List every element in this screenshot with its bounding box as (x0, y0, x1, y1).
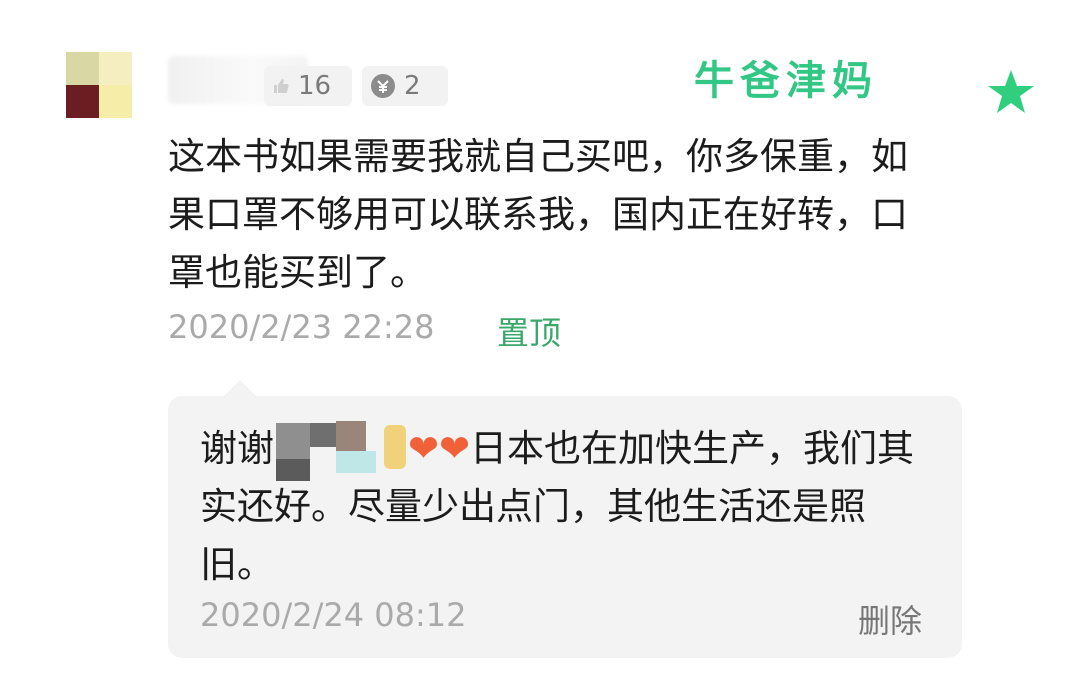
coin-icon (370, 73, 396, 99)
thumb-up-icon (272, 77, 290, 95)
comment-text: 这本书如果需要我就自己买吧，你多保重，如果口罩不够用可以联系我，国内正在好转，口… (168, 135, 908, 294)
reply-text-block: 谢谢 ❤❤日本也在加快生产，我们其实还好。尽量少出点门，其他生活还是照旧。 (200, 420, 930, 594)
avatar[interactable] (66, 52, 132, 118)
pin-button[interactable]: 置顶 (497, 308, 561, 354)
like-count-value: 16 (298, 71, 332, 101)
avatar-blur-tile (66, 52, 99, 85)
avatar-blur-tile (99, 85, 132, 118)
reply-prefix: 谢谢 (200, 427, 274, 470)
comment-timestamp: 2020/2/23 22:28 (168, 308, 435, 346)
like-count[interactable]: 16 (264, 66, 352, 106)
watermark: 牛爸津妈 (694, 57, 878, 104)
coin-count[interactable]: 2 (362, 66, 448, 106)
reply-pointer (224, 380, 256, 396)
avatar-blur-tile (99, 52, 132, 85)
avatar-blur-tile (66, 85, 99, 118)
delete-button[interactable]: 删除 (858, 596, 922, 642)
coin-count-value: 2 (404, 71, 421, 101)
star-icon (986, 68, 1036, 120)
reply-timestamp: 2020/2/24 08:12 (200, 596, 467, 634)
heart-icon: ❤❤ (408, 427, 471, 470)
reply-mention-blurred (276, 420, 406, 481)
